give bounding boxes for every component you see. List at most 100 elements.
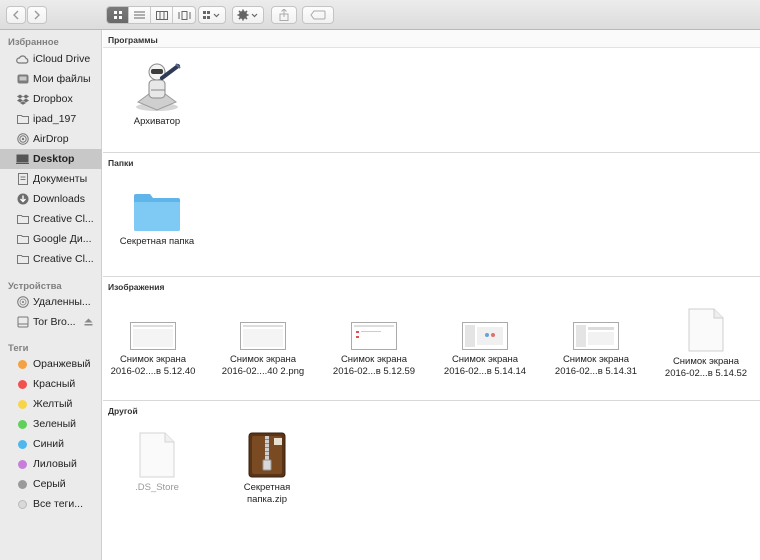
forward-button[interactable] [27, 6, 47, 24]
eject-icon[interactable] [84, 318, 93, 326]
file-name-line2: 2016-02...в 5.12.59 [332, 366, 416, 377]
sidebar-tag-green[interactable]: Зеленый [0, 414, 102, 434]
file-name-line1: Снимок экрана [340, 354, 408, 365]
sidebar-item-label: Желтый [33, 398, 73, 410]
file-name-line1: Снимок экрана [451, 354, 519, 365]
sidebar-item-label: Удаленны... [33, 296, 91, 308]
sidebar-item-downloads[interactable]: Downloads [0, 189, 102, 209]
file-name-line1: Снимок экрана [672, 356, 740, 367]
tag-color-dot [18, 359, 27, 369]
sidebar-item-all-my-files[interactable]: Мои файлы [0, 69, 102, 89]
sidebar-header-favorites: Избранное [8, 37, 59, 48]
folder-icon [16, 253, 29, 266]
airdrop-icon [16, 133, 29, 146]
sidebar-item-dropbox[interactable]: Dropbox [0, 89, 102, 109]
file-item-screenshot[interactable]: Снимок экрана 2016-02...в 5.14.31 [546, 322, 646, 378]
gear-icon [237, 9, 258, 21]
coverflow-view-icon [178, 10, 190, 20]
sidebar-item-label: Синий [33, 438, 64, 450]
list-view-button[interactable] [129, 7, 151, 23]
sidebar-tag-all-tags[interactable]: Все теги... [0, 494, 102, 514]
cloud-icon [16, 53, 29, 66]
folder-icon [134, 194, 180, 231]
folder-icon [16, 213, 29, 226]
file-item-screenshot[interactable]: Снимок экрана 2016-02....40 2.png [213, 322, 313, 378]
icon-view-button[interactable] [107, 7, 129, 23]
tag-color-dot [18, 499, 27, 509]
sidebar-item-label: Оранжевый [33, 358, 91, 370]
list-view-icon [134, 11, 145, 18]
sidebar-tag-purple[interactable]: Лиловый [0, 454, 102, 474]
file-name-line2: 2016-02...в 5.14.52 [664, 368, 748, 379]
dropbox-icon [16, 93, 29, 106]
sidebar-item-label: Dropbox [33, 93, 73, 105]
folder-icon [16, 113, 29, 126]
sidebar: Избранное iCloud Drive Мои файлы Dropbox… [0, 30, 102, 560]
sidebar-item-label: Desktop [33, 153, 75, 165]
action-button[interactable] [232, 6, 264, 24]
sidebar-item-remote-disc[interactable]: Удаленны... [0, 292, 102, 312]
arrange-button[interactable] [198, 6, 226, 24]
sidebar-header-devices: Устройства [8, 281, 62, 292]
sidebar-item-label: AirDrop [33, 133, 69, 145]
sidebar-item-label: Google Ди... [33, 233, 92, 245]
file-item-screenshot[interactable]: Снимок экрана 2016-02....в 5.12.40 [103, 322, 203, 378]
chevron-left-icon [13, 10, 19, 20]
sidebar-item-creative-cloud-1[interactable]: Creative Cl... [0, 209, 102, 229]
file-browser: Программы Архиватор Папки Секретная папк… [103, 30, 760, 560]
archive-utility-icon [136, 63, 181, 111]
file-name-line2: 2016-02...в 5.14.31 [554, 366, 638, 377]
screenshot-thumbnail-icon [573, 322, 619, 350]
sidebar-item-desktop[interactable]: Desktop [0, 149, 102, 169]
file-item-screenshot[interactable]: Снимок экрана 2016-02...в 5.12.59 [324, 322, 424, 378]
sidebar-item-label: Красный [33, 378, 76, 390]
disk-icon [16, 316, 29, 329]
coverflow-view-button[interactable] [173, 7, 195, 23]
sidebar-item-creative-cloud-2[interactable]: Creative Cl... [0, 249, 102, 269]
folder-icon [16, 233, 29, 246]
sidebar-item-google-drive[interactable]: Google Ди... [0, 229, 102, 249]
edit-tags-button[interactable] [302, 6, 334, 24]
sidebar-tag-orange[interactable]: Оранжевый [0, 354, 102, 374]
sidebar-item-label: Creative Cl... [33, 213, 94, 225]
desktop-icon [16, 153, 29, 166]
file-name-line1: Снимок экрана [119, 354, 187, 365]
column-view-button[interactable] [151, 7, 173, 23]
sidebar-item-tor-browser[interactable]: Tor Bro... [0, 312, 102, 332]
sidebar-header-tags: Теги [8, 343, 29, 354]
file-item-secret-folder[interactable]: Секретная папка [107, 192, 207, 248]
section-header-applications: Программы [103, 30, 760, 48]
sidebar-tag-yellow[interactable]: Желтый [0, 394, 102, 414]
tag-color-dot [18, 459, 27, 469]
all-files-icon [16, 73, 29, 86]
sidebar-item-label: Creative Cl... [33, 253, 94, 265]
view-mode-control [106, 6, 196, 24]
file-name-line2: 2016-02....в 5.12.40 [110, 366, 196, 377]
remote-disc-icon [16, 296, 29, 309]
back-button[interactable] [6, 6, 26, 24]
file-item-ds-store[interactable]: .DS_Store [107, 432, 207, 494]
file-item-screenshot[interactable]: Снимок экрана 2016-02...в 5.14.52 [656, 308, 756, 380]
sidebar-item-documents[interactable]: Документы [0, 169, 102, 189]
blank-document-icon [688, 308, 724, 352]
sidebar-item-label: Мои файлы [33, 73, 91, 85]
sidebar-item-airdrop[interactable]: AirDrop [0, 129, 102, 149]
documents-icon [16, 173, 29, 186]
file-item-screenshot[interactable]: Снимок экрана 2016-02...в 5.14.14 [435, 322, 535, 378]
sidebar-tag-blue[interactable]: Синий [0, 434, 102, 454]
section-header-images: Изображения [103, 277, 760, 295]
sidebar-item-icloud-drive[interactable]: iCloud Drive [0, 49, 102, 69]
file-item-archive-utility[interactable]: Архиватор [107, 60, 207, 128]
downloads-icon [16, 193, 29, 206]
finder-toolbar [0, 0, 760, 30]
file-name-line1: Секретная [243, 482, 291, 493]
sidebar-tag-gray[interactable]: Серый [0, 474, 102, 494]
sidebar-item-label: Все теги... [33, 498, 83, 510]
file-name: Архиватор [133, 116, 181, 127]
file-item-secret-folder-zip[interactable]: Секретная папка.zip [217, 432, 317, 506]
sidebar-tag-red[interactable]: Красный [0, 374, 102, 394]
share-button[interactable] [271, 6, 297, 24]
sidebar-item-ipad-197[interactable]: ipad_197 [0, 109, 102, 129]
section-header-folders: Папки [103, 153, 760, 171]
share-icon [279, 9, 289, 21]
